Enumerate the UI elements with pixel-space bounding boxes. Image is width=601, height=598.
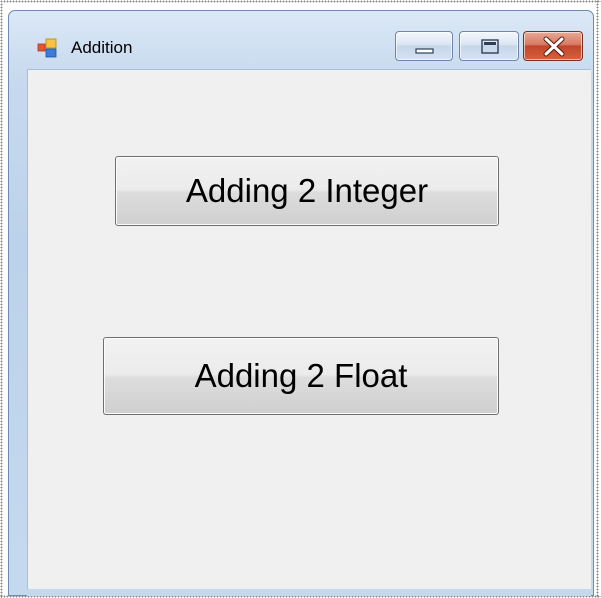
adding-2-float-button[interactable]: Adding 2 Float [103,337,499,415]
dotted-edge-left [0,0,3,598]
dotted-edge-top [0,0,601,3]
client-area: Adding 2 Integer Adding 2 Float [27,69,591,589]
close-button[interactable] [523,31,583,61]
window-title: Addition [71,38,133,57]
maximize-button[interactable] [459,31,519,61]
title-bar[interactable]: Addition [9,11,593,69]
maximize-icon [481,39,499,54]
addition-window: Addition Adding 2 Integer Adding 2 Float [8,10,594,596]
minimize-icon [415,48,434,54]
screen: Addition Adding 2 Integer Adding 2 Float [0,0,601,598]
minimize-button[interactable] [395,31,453,61]
winforms-app-icon[interactable] [37,38,57,58]
dotted-edge-right [596,0,599,598]
window-bottom-border [27,589,591,596]
adding-2-integer-button[interactable]: Adding 2 Integer [115,156,499,226]
close-icon [543,36,565,57]
